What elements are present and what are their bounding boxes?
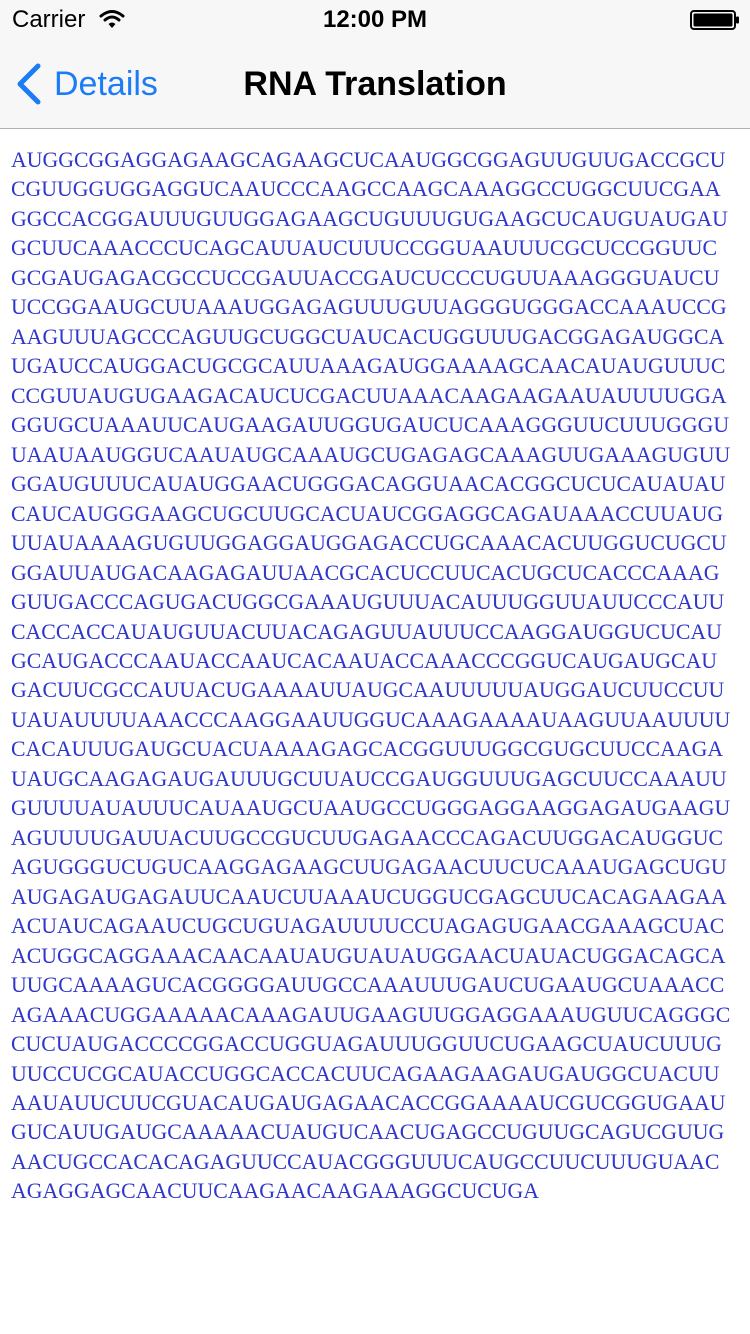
- sequence-line: AGAAACUGGAAAAACAAAGAUUGAAGUUGGAGGAAAUGUU…: [11, 1002, 731, 1027]
- sequence-line: AUGAGAUGAGAUUCAAUCUUAAAUCUGGUCGAGCUUCACA…: [11, 884, 727, 909]
- sequence-line: AGUGGGUCUGUCAAGGAGAAGCUUGAGAACUUCUCAAAUG…: [11, 855, 727, 880]
- screen: Carrier 12:00 PM Details RNA Translation…: [0, 0, 750, 1334]
- sequence-line: UAAUAAUGGUCAAUAUGCAAAUGCUGAGAGCAAAGUUGAA…: [11, 442, 731, 467]
- sequence-line: GGUGCUAAAUUCAUGAAGAUUGGUGAUCUCAAAGGGUUCU…: [11, 413, 730, 438]
- sequence-line: UUGCAAAAGUCACGGGGAUUGCCAAAUUUGAUCUGAAUGC…: [11, 973, 725, 998]
- sequence-line: AUGGCGGAGGAGAAGCAGAAGCUCAAUGGCGGAGUUGUUG…: [11, 148, 726, 172]
- sequence-line: CACCACCAUAUGUUACUUACAGAGUUAUUUCCAAGGAUGG…: [11, 619, 722, 644]
- page-title: RNA Translation: [243, 65, 507, 103]
- sequence-line: AGUUUUGAUUACUUGCCGUCUUGAGAACCCAGACUUGGAC…: [11, 825, 724, 850]
- sequence-line: GCAUGACCCAAUACCAAUCACAAUACCAAACCCGGUCAUG…: [11, 648, 718, 673]
- sequence-line: CACAUUUGAUGCUACUAAAAGAGCACGGUUUGGCGUGCUU…: [11, 737, 724, 762]
- sequence-line: GUUUUAUAUUUCAUAAUGCUAAUGCCUGGGAGGAAGGAGA…: [11, 796, 731, 821]
- sequence-line: UCCGGAAUGCUUAAAUGGAGAGUUUGUUAGGGUGGGACCA…: [11, 295, 727, 320]
- sequence-line: GGAUUAUGACAAGAGAUUAACGCACUCCUUCACUGCUCAC…: [11, 560, 720, 585]
- status-bar: Carrier 12:00 PM: [0, 0, 750, 40]
- sequence-line: UUCCUCGCAUACCUGGCACCACUUCAGAAGAAGAUGAUGG…: [11, 1061, 720, 1086]
- sequence-line: CUCUAUGACCCCGGACCUGGUAGAUUUGGUUCUGAAGCUA…: [11, 1032, 722, 1057]
- sequence-line: ACUAUCAGAAUCUGCUGUAGAUUUUCCUAGAGUGAACGAA…: [11, 914, 725, 939]
- sequence-line: GACUUCGCCAUUACUGAAAAUUAUGCAAUUUUUAUGGAUC…: [11, 678, 725, 703]
- sequence-line: GUCAUUGAUGCAAAAACUAUGUCAACUGAGCCUGUUGCAG…: [11, 1120, 725, 1145]
- sequence-line: GUUGACCCAGUGACUGGCGAAAUGUUUACAUUUGGUUAUU…: [11, 590, 725, 615]
- sequence-line: UAUGCAAGAGAUGAUUUGCUUAUCCGAUGGUUUGAGCUUC…: [11, 766, 727, 791]
- sequence-line: AGAGGAGCAACUUCAAGAACAAGAAAGGCUCUGA: [11, 1179, 539, 1204]
- sequence-line: AACUGCCACACAGAGUUCCAUACGGGUUUCAUGCCUUCUU…: [11, 1149, 720, 1174]
- sequence-line: AAGUUUAGCCCAGUUGCUGGCUAUCACUGGUUUGACGGAG…: [11, 324, 725, 349]
- sequence-line: CCGUUAUGUGAAGACAUCUCGACUUAAACAAGAAGAAUAU…: [11, 383, 727, 408]
- sequence-line: GGAUGUUUCAUAUGGAACUGGGACAGGUAACACGGCUCUC…: [11, 472, 726, 497]
- content-area[interactable]: AUGGCGGAGGAGAAGCAGAAGCUCAAUGGCGGAGUUGUUG…: [0, 129, 750, 1334]
- sequence-line: UAUAUUUUAAACCCAAGGAAUUGGUCAAAGAAAAUAAGUU…: [11, 707, 731, 732]
- sequence-line: CGUUGGUGGAGGUCAAUCCCAAGCCAAGCAAAGGCCUGGC…: [11, 177, 721, 202]
- sequence-line: GCGAUGAGACGCCUCCGAUUACCGAUCUCCCUGUUAAAGG…: [11, 265, 720, 290]
- sequence-line: UUAUAAAAGUGUUGGAGGAUGGAGACCUGCAAACACUUGG…: [11, 531, 727, 556]
- rna-sequence-text: AUGGCGGAGGAGAAGCAGAAGCUCAAUGGCGGAGUUGUUG…: [11, 146, 743, 1207]
- sequence-line: AAUAUUCUUCGUACAUGAUGAGAACACCGGAAAAUCGUCG…: [11, 1091, 726, 1115]
- sequence-line: CAUCAUGGGAAGCUGCUUGCACUAUCGGAGGCAGAUAAAC…: [11, 501, 724, 526]
- sequence-line: GCUUCAAACCCUCAGCAUUAUCUUUCCGGUAAUUUCGCUC…: [11, 236, 718, 261]
- sequence-line: GGCCACGGAUUUGUUGGAGAAGCUGUUUGUGAAGCUCAUG…: [11, 206, 728, 231]
- sequence-line: UGAUCCAUGGACUGCGCAUUAAAGAUGGAAAAGCAACAUA…: [11, 354, 726, 379]
- battery-icon: [690, 10, 740, 30]
- clock-time: 12:00 PM: [322, 6, 428, 33]
- sequence-line: ACUGGCAGGAAACAACAAUAUGUAUAUGGAACUAUACUGG…: [11, 943, 726, 968]
- navigation-bar: Details RNA Translation: [0, 40, 750, 129]
